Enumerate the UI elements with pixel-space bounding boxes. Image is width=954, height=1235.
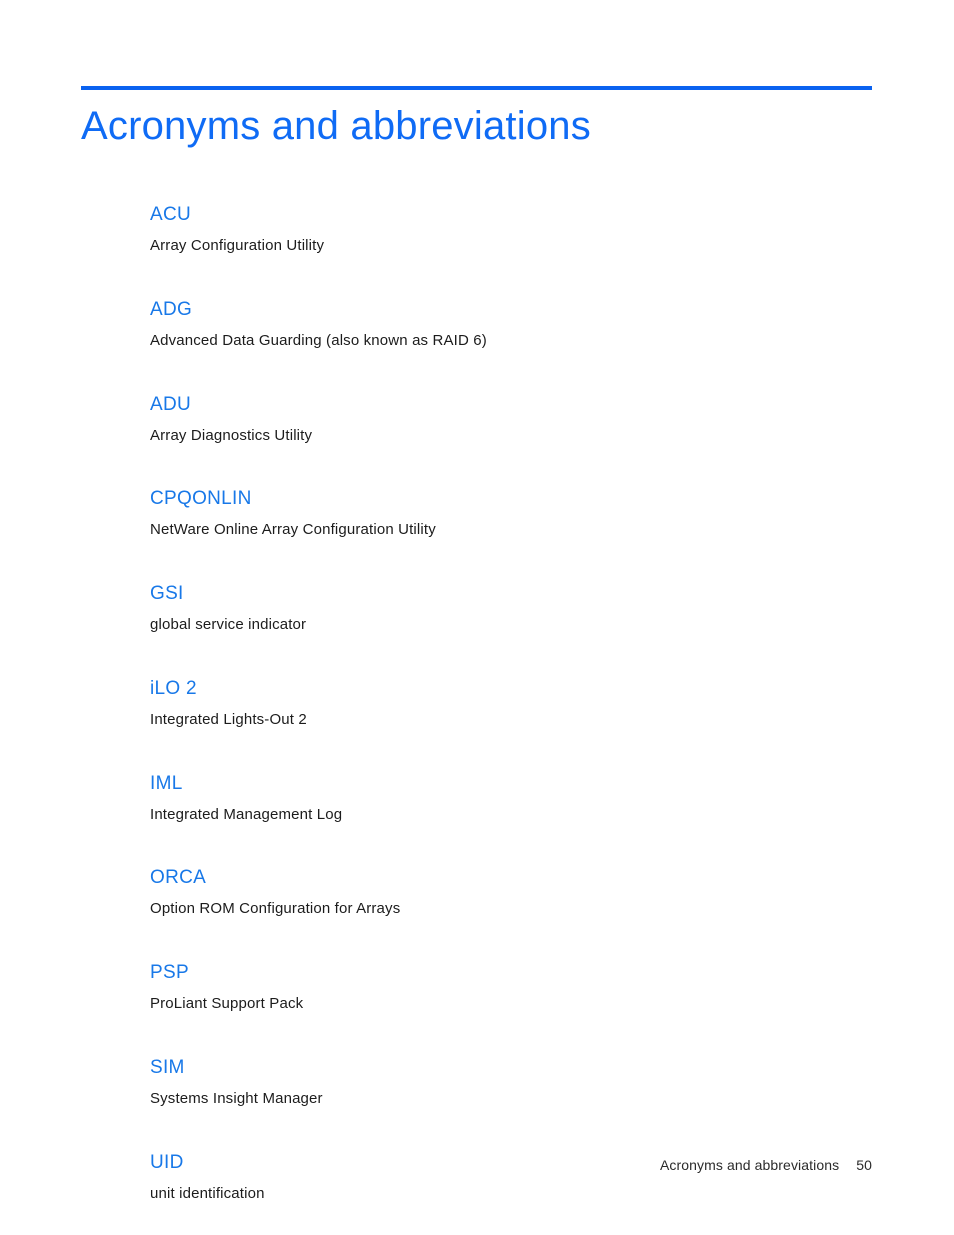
glossary-entry: ORCA Option ROM Configuration for Arrays xyxy=(150,868,872,919)
glossary-entry: ACU Array Configuration Utility xyxy=(150,205,872,256)
glossary-entry: iLO 2 Integrated Lights-Out 2 xyxy=(150,679,872,730)
glossary-entry: GSI global service indicator xyxy=(150,584,872,635)
page-footer: Acronyms and abbreviations 50 xyxy=(81,1157,872,1173)
glossary-term: IML xyxy=(150,772,183,794)
footer-section-label: Acronyms and abbreviations xyxy=(659,1157,840,1173)
glossary-definition: Advanced Data Guarding (also known as RA… xyxy=(150,331,487,349)
page-heading-block: Acronyms and abbreviations xyxy=(81,86,872,149)
glossary-term: ADU xyxy=(150,393,192,415)
glossary-definition: global service indicator xyxy=(150,616,307,633)
glossary-term: iLO 2 xyxy=(150,677,197,699)
glossary-entry: CPQONLIN NetWare Online Array Configurat… xyxy=(150,489,872,540)
glossary-term: ACU xyxy=(150,204,192,225)
glossary-definition: Systems Insight Manager xyxy=(150,1089,323,1107)
document-page: Acronyms and abbreviations ACU Array Con… xyxy=(0,0,954,1235)
glossary-term: ADG xyxy=(150,298,193,320)
glossary-term: ORCA xyxy=(150,867,207,889)
footer-page-number: 50 xyxy=(856,1157,872,1173)
glossary-entry: IML Integrated Management Log xyxy=(150,774,872,825)
glossary-definition: Integrated Lights-Out 2 xyxy=(150,710,307,728)
glossary-definition: unit identification xyxy=(150,1184,265,1202)
glossary-term: SIM xyxy=(150,1056,185,1078)
glossary-definition: ProLiant Support Pack xyxy=(150,995,304,1012)
glossary-entry: PSP ProLiant Support Pack xyxy=(150,963,872,1014)
glossary-term: PSP xyxy=(150,962,189,983)
glossary-definition: Integrated Management Log xyxy=(150,805,343,823)
glossary-entry: ADU Array Diagnostics Utility xyxy=(150,395,872,446)
page-title: Acronyms and abbreviations xyxy=(81,104,591,148)
glossary-entry: SIM Systems Insight Manager xyxy=(150,1058,872,1109)
glossary-definition: NetWare Online Array Configuration Utili… xyxy=(150,521,436,539)
glossary-definition: Option ROM Configuration for Arrays xyxy=(150,900,401,918)
glossary-definition: Array Diagnostics Utility xyxy=(150,426,313,444)
glossary-definition: Array Configuration Utility xyxy=(150,237,325,254)
glossary-entry: ADG Advanced Data Guarding (also known a… xyxy=(150,300,872,351)
glossary-term: CPQONLIN xyxy=(150,488,252,510)
glossary-list: ACU Array Configuration Utility ADG Adva… xyxy=(150,205,872,1203)
glossary-term: GSI xyxy=(150,583,184,604)
